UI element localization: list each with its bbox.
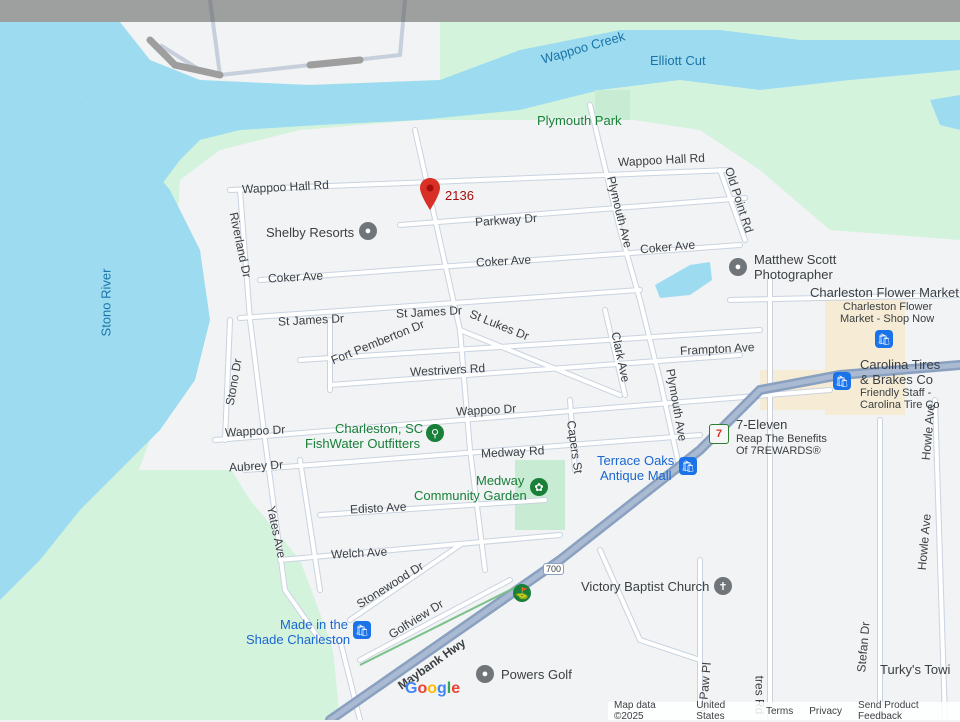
poi-medway-garden-2: Community Garden <box>414 488 527 503</box>
street-edisto-ave: Edisto Ave <box>349 499 407 517</box>
powers-golf-pin-icon[interactable]: ● <box>476 665 494 683</box>
church-cross-icon[interactable]: ✝ <box>714 577 732 595</box>
poi-matthew-scott[interactable]: Matthew Scott <box>754 253 836 267</box>
poi-fishwater-outfitters[interactable]: Charleston, SC <box>335 422 423 436</box>
poi-medway-garden[interactable]: Medway <box>476 474 524 488</box>
poi-terrace-oaks[interactable]: Terrace Oaks <box>597 454 674 468</box>
street-coker-ave: Coker Ave <box>267 268 324 286</box>
poi-victory-baptist[interactable]: Victory Baptist Church <box>581 580 709 594</box>
fishing-hook-icon[interactable]: ⚲ <box>426 424 444 442</box>
poi-carolina-tires[interactable]: Carolina Tires <box>860 358 940 372</box>
poi-plymouth-park[interactable]: Plymouth Park <box>537 114 622 128</box>
terms-link[interactable]: Terms <box>766 706 793 717</box>
poi-carolina-sub: Friendly Staff - <box>860 387 932 399</box>
map-canvas[interactable] <box>0 0 960 720</box>
shelby-resorts-pin-icon[interactable]: ● <box>359 222 377 240</box>
flower-icon[interactable]: ✿ <box>530 478 548 496</box>
street-coker-ave: Coker Ave <box>475 252 532 270</box>
poi-seven-sub: Reap The Benefits <box>736 433 827 445</box>
map-data-text: Map data ©2025 <box>614 700 656 722</box>
poi-terrace-oaks-2: Antique Mall <box>600 468 672 483</box>
poi-turkys[interactable]: Turky's Towi <box>880 663 950 677</box>
poi-shelby-resorts[interactable]: Shelby Resorts <box>266 226 354 240</box>
feedback-link[interactable]: Send Product Feedback <box>858 700 954 722</box>
poi-seven-sub: Of 7REWARDS® <box>736 445 821 457</box>
google-logo: Google <box>405 680 461 697</box>
poi-cfm-sub: Charleston Flower <box>843 301 933 313</box>
label-stono-river: Stono River <box>98 268 114 337</box>
poi-seven-eleven[interactable]: 7-Eleven <box>736 418 787 432</box>
poi-charleston-flower-market[interactable]: Charleston Flower Market <box>810 286 959 300</box>
location-pin-icon[interactable] <box>420 178 440 215</box>
label-elliott-cut: Elliott Cut <box>650 53 706 68</box>
privacy-link[interactable]: Privacy <box>809 706 842 717</box>
poi-matthew-scott-sub: Photographer <box>754 267 833 282</box>
poi-cfm-sub: Market - Shop Now <box>840 313 935 325</box>
attribution-bar: Map data ©2025 United States Terms Priva… <box>608 700 960 722</box>
shopping-bag-icon[interactable]: 🛍 <box>833 372 851 390</box>
poi-carolina-sub: Carolina Tire Co <box>860 399 940 411</box>
pin-label: 2136 <box>445 188 474 203</box>
shopping-bag-icon[interactable]: 🛍 <box>875 330 893 348</box>
poi-powers-golf[interactable]: Powers Golf <box>501 668 572 682</box>
street-aubrey-dr: Aubrey Dr <box>228 457 284 475</box>
country-link[interactable]: United States <box>696 700 750 722</box>
shopping-bag-icon[interactable]: 🛍 <box>679 457 697 475</box>
seven-eleven-icon[interactable]: 7 <box>709 424 729 444</box>
poi-made-in-the-shade-2: Shade Charleston <box>246 632 351 647</box>
poi-made-in-the-shade[interactable]: Made in the <box>280 618 348 632</box>
matthew-scott-pin-icon[interactable]: ● <box>729 258 747 276</box>
street-welch-ave: Welch Ave <box>330 544 388 562</box>
route-700-shield: 700 <box>543 563 565 575</box>
poi-carolina-tires-2: & Brakes Co <box>860 372 933 387</box>
poi-fishwater-outfitters-2: FishWater Outfitters <box>305 436 421 451</box>
shopping-bag-icon[interactable]: 🛍 <box>353 621 371 639</box>
top-shade <box>0 0 960 22</box>
golf-icon[interactable]: ⛳ <box>513 584 531 602</box>
